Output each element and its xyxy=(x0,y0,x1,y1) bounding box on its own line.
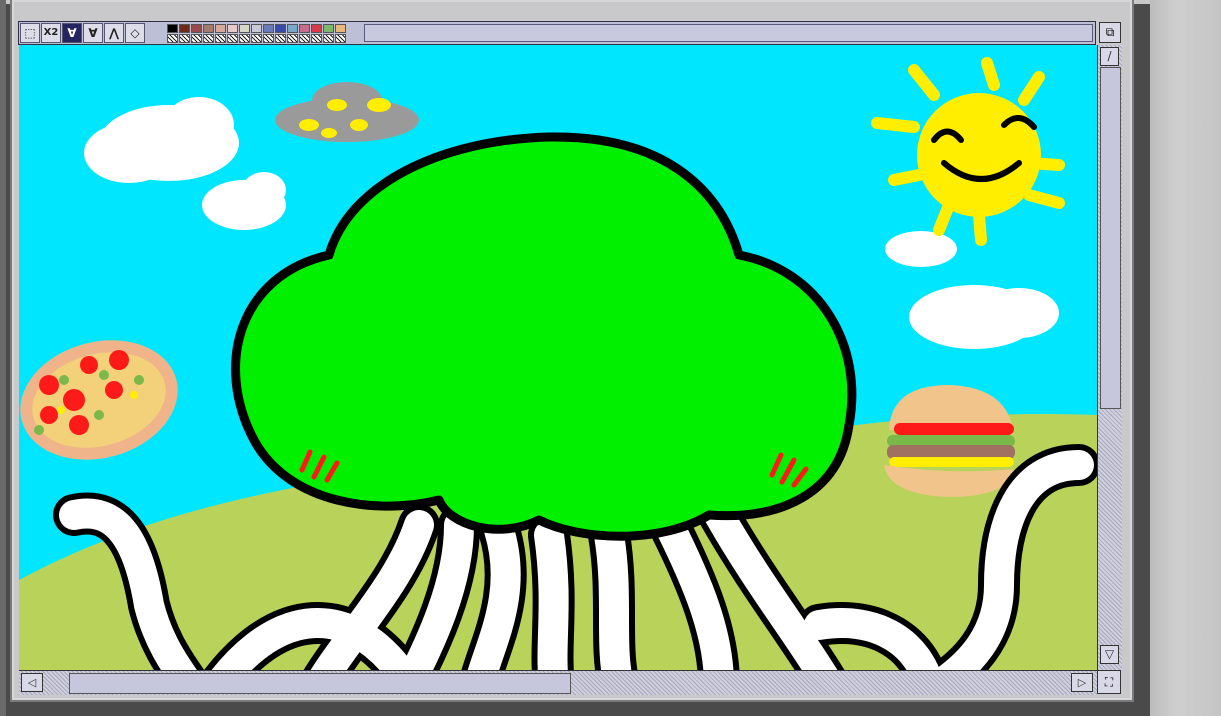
painting xyxy=(19,45,1097,670)
color-swatch[interactable] xyxy=(203,24,214,33)
resize-corner-icon[interactable]: ⛶ xyxy=(1097,670,1121,694)
pattern-swatch[interactable] xyxy=(179,34,190,43)
drawing-canvas[interactable] xyxy=(19,45,1097,670)
pattern-swatch[interactable] xyxy=(227,34,238,43)
desk-left-edge xyxy=(0,0,6,716)
line-tool-icon[interactable]: ⋀ xyxy=(104,23,124,43)
burger xyxy=(884,385,1015,497)
window-zoom-icon[interactable]: ⧉ xyxy=(1099,22,1121,43)
pen-filled-icon[interactable]: ∀ xyxy=(62,23,82,43)
scroll-left-icon[interactable]: ◁ xyxy=(21,673,43,692)
horizontal-scroll-thumb[interactable] xyxy=(69,673,571,694)
color-swatch[interactable] xyxy=(215,24,226,33)
color-swatch[interactable] xyxy=(191,24,202,33)
pattern-swatch[interactable] xyxy=(167,34,178,43)
scroll-down-icon[interactable]: ▽ xyxy=(1100,645,1119,664)
color-swatch[interactable] xyxy=(323,24,334,33)
cloud-3 xyxy=(885,231,957,267)
desk-right-panel xyxy=(1150,0,1221,716)
color-swatch[interactable] xyxy=(239,24,250,33)
color-swatch[interactable] xyxy=(311,24,322,33)
color-swatch[interactable] xyxy=(227,24,238,33)
pattern-swatch[interactable] xyxy=(191,34,202,43)
pattern-swatch[interactable] xyxy=(299,34,310,43)
toolbar-empty-area xyxy=(364,24,1093,42)
color-swatch[interactable] xyxy=(275,24,286,33)
horizontal-scrollbar[interactable]: ◁ ▷ xyxy=(19,670,1097,695)
pattern-swatch[interactable] xyxy=(239,34,250,43)
scroll-right-icon[interactable]: ▷ xyxy=(1071,673,1093,692)
pattern-swatch[interactable] xyxy=(203,34,214,43)
color-swatch[interactable] xyxy=(179,24,190,33)
pattern-swatch[interactable] xyxy=(263,34,274,43)
pattern-swatch[interactable] xyxy=(275,34,286,43)
pen-outline-icon[interactable]: ∀ xyxy=(83,23,103,43)
toolbar: ⬚ X2 ∀ ∀ ⋀ ◇ xyxy=(18,21,1096,45)
color-swatch[interactable] xyxy=(335,24,346,33)
pattern-swatch[interactable] xyxy=(323,34,334,43)
pattern-swatch[interactable] xyxy=(335,34,346,43)
pattern-swatch[interactable] xyxy=(311,34,322,43)
vertical-scrollbar[interactable]: / ▽ xyxy=(1097,45,1122,670)
color-swatch[interactable] xyxy=(167,24,178,33)
scroll-up-icon[interactable]: / xyxy=(1100,47,1119,66)
color-swatch[interactable] xyxy=(263,24,274,33)
select-rect-icon[interactable]: ⬚ xyxy=(20,23,40,43)
fill-bucket-icon[interactable]: ◇ xyxy=(125,23,145,43)
pattern-swatch[interactable] xyxy=(287,34,298,43)
color-swatch[interactable] xyxy=(287,24,298,33)
color-swatch[interactable] xyxy=(251,24,262,33)
vertical-scroll-thumb[interactable] xyxy=(1100,67,1121,409)
pattern-swatch[interactable] xyxy=(251,34,262,43)
pattern-swatch[interactable] xyxy=(215,34,226,43)
color-swatch[interactable] xyxy=(299,24,310,33)
zoom-x2-icon[interactable]: X2 xyxy=(41,23,61,43)
